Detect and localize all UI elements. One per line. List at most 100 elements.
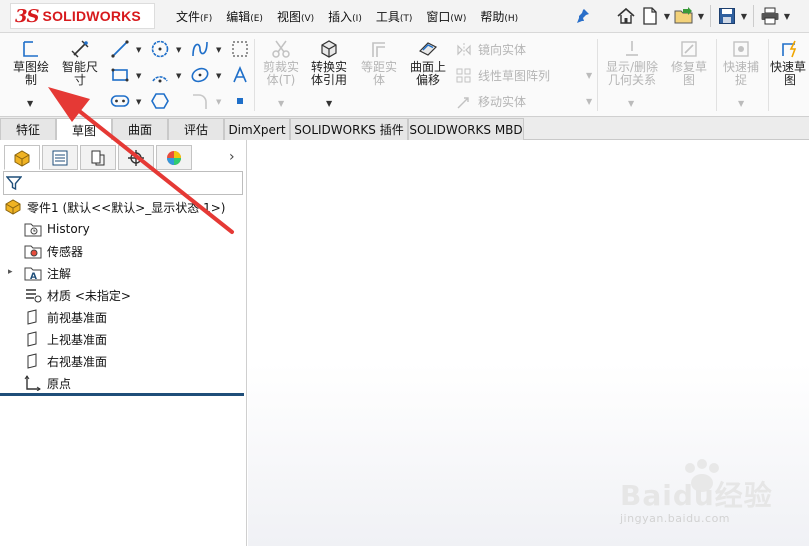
display-manager-tab[interactable] bbox=[156, 145, 192, 170]
move-dropdown-icon[interactable]: ▼ bbox=[586, 97, 592, 106]
rapid-snaps-dropdown-icon[interactable]: ▼ bbox=[738, 99, 744, 108]
dimxpert-manager-tab[interactable] bbox=[118, 145, 154, 170]
menu-view[interactable]: 视图(V) bbox=[277, 8, 314, 25]
configuration-manager-tab[interactable] bbox=[80, 145, 116, 170]
repair-sketch-icon bbox=[681, 41, 697, 57]
tab-dimxpert[interactable]: DimXpert bbox=[224, 118, 290, 140]
tree-item-annotations[interactable]: A 注解 bbox=[24, 263, 71, 283]
arc-dropdown-icon[interactable]: ▼ bbox=[176, 72, 181, 80]
print-dropdown-icon[interactable]: ▼ bbox=[782, 12, 792, 21]
watermark-url: jingyan.baidu.com bbox=[620, 512, 731, 525]
rectangle-dropdown-icon[interactable]: ▼ bbox=[136, 72, 141, 80]
menu-file[interactable]: 文件(F) bbox=[176, 8, 212, 25]
feature-manager-tab[interactable] bbox=[4, 145, 40, 170]
offset-surface-label-2: 偏移 bbox=[415, 73, 440, 87]
relations-label-2: 几何关系 bbox=[607, 73, 656, 87]
rapid-snaps-label-2: 捉 bbox=[734, 73, 747, 87]
toolbar-separator bbox=[753, 5, 754, 27]
smart-dimension-button[interactable]: 智能尺 寸 bbox=[56, 39, 104, 87]
watermark-brand: Baidu经验 bbox=[620, 479, 773, 512]
linear-pattern-dropdown-icon[interactable]: ▼ bbox=[586, 71, 592, 80]
tab-evaluate[interactable]: 评估 bbox=[168, 118, 224, 140]
linear-pattern-button[interactable]: 线性草图阵列 bbox=[456, 67, 550, 84]
trim-entities-button[interactable]: 剪裁实 体(T) bbox=[256, 39, 306, 87]
offset-entities-button[interactable]: 等距实 体 bbox=[354, 39, 404, 87]
rectangle-tool-icon[interactable] bbox=[110, 65, 130, 85]
print-icon[interactable] bbox=[758, 4, 782, 28]
rapid-sketch-button[interactable]: 快速草 图 bbox=[770, 39, 809, 87]
tab-solidworks-mbd[interactable]: SOLIDWORKS MBD bbox=[408, 118, 524, 140]
slot-tool-icon[interactable] bbox=[110, 91, 130, 111]
convert-dropdown-icon[interactable]: ▼ bbox=[326, 99, 332, 108]
tree-item-front-plane[interactable]: 前视基准面 bbox=[24, 307, 107, 327]
menu-edit[interactable]: 编辑(E) bbox=[226, 8, 263, 25]
tab-solidworks-addins[interactable]: SOLIDWORKS 插件 bbox=[290, 118, 408, 140]
sensor-folder-icon bbox=[24, 245, 42, 259]
sketch-button[interactable]: 草图绘 制 bbox=[6, 39, 56, 87]
text-tool-icon[interactable] bbox=[230, 65, 250, 85]
new-document-icon[interactable] bbox=[638, 4, 662, 28]
ribbon-separator bbox=[768, 39, 769, 111]
open-dropdown-icon[interactable]: ▼ bbox=[696, 12, 706, 21]
smart-dimension-label-2: 寸 bbox=[73, 73, 86, 87]
move-entities-button[interactable]: 移动实体 bbox=[456, 93, 526, 110]
ellipse-tool-icon[interactable] bbox=[190, 65, 210, 85]
polygon-tool-icon[interactable] bbox=[150, 91, 170, 111]
arc-tool-icon[interactable] bbox=[150, 65, 170, 85]
line-dropdown-icon[interactable]: ▼ bbox=[136, 46, 141, 54]
menu-window[interactable]: 窗口(W) bbox=[426, 8, 466, 25]
chevron-right-icon[interactable]: › bbox=[229, 149, 235, 165]
trim-dropdown-icon[interactable]: ▼ bbox=[278, 99, 284, 108]
panel-tabs: › bbox=[0, 143, 247, 170]
tab-sketch[interactable]: 草图 bbox=[56, 118, 112, 141]
spline-tool-icon[interactable] bbox=[190, 39, 210, 59]
repair-sketch-button[interactable]: 修复草 图 bbox=[666, 39, 712, 87]
ellipse-dropdown-icon[interactable]: ▼ bbox=[216, 72, 221, 80]
filter-input[interactable] bbox=[3, 171, 243, 195]
tree-item-history[interactable]: History bbox=[24, 219, 90, 239]
convert-entities-button[interactable]: 转换实 体引用 bbox=[304, 39, 354, 87]
menu-help[interactable]: 帮助(H) bbox=[480, 8, 518, 25]
sketch-dropdown-icon[interactable]: ▼ bbox=[27, 99, 33, 108]
crosshair-icon bbox=[128, 149, 144, 166]
spline-dropdown-icon[interactable]: ▼ bbox=[216, 46, 221, 54]
slot-dropdown-icon[interactable]: ▼ bbox=[136, 98, 141, 106]
pin-icon[interactable] bbox=[576, 8, 590, 24]
save-icon[interactable] bbox=[715, 4, 739, 28]
new-dropdown-icon[interactable]: ▼ bbox=[662, 12, 672, 21]
rapid-snaps-button[interactable]: 快速捕 捉 bbox=[718, 39, 764, 87]
tree-item-top-plane[interactable]: 上视基准面 bbox=[24, 329, 107, 349]
circle-tool-icon[interactable] bbox=[150, 39, 170, 59]
mirror-entities-button[interactable]: 镜向实体 bbox=[456, 41, 526, 58]
ds-logo-mark: 3S bbox=[15, 5, 40, 27]
tree-item-material[interactable]: 材质 <未指定> bbox=[24, 285, 131, 305]
relations-dropdown-icon[interactable]: ▼ bbox=[628, 99, 634, 108]
solidworks-logo[interactable]: 3S SOLIDWORKS bbox=[10, 3, 155, 29]
circle-dropdown-icon[interactable]: ▼ bbox=[176, 46, 181, 54]
fillet-dropdown-icon[interactable]: ▼ bbox=[216, 98, 221, 106]
rapid-sketch-label-2: 图 bbox=[784, 73, 797, 87]
menu-tools[interactable]: 工具(T) bbox=[376, 8, 413, 25]
construction-geometry-icon[interactable] bbox=[230, 39, 250, 59]
tree-item-origin[interactable]: 原点 bbox=[24, 373, 71, 393]
tree-item-right-plane[interactable]: 右视基准面 bbox=[24, 351, 107, 371]
property-manager-tab[interactable] bbox=[42, 145, 78, 170]
part-icon bbox=[5, 199, 21, 215]
menu-insert[interactable]: 插入(I) bbox=[328, 8, 362, 25]
tab-features[interactable]: 特征 bbox=[0, 118, 56, 140]
save-dropdown-icon[interactable]: ▼ bbox=[739, 12, 749, 21]
smart-dimension-dropdown-icon[interactable]: ▼ bbox=[77, 99, 83, 108]
tab-surfaces[interactable]: 曲面 bbox=[112, 118, 168, 140]
rollback-bar[interactable] bbox=[0, 393, 244, 396]
fillet-tool-icon[interactable] bbox=[190, 91, 210, 111]
line-tool-icon[interactable] bbox=[110, 39, 130, 59]
open-folder-icon[interactable] bbox=[672, 4, 696, 28]
tab-addins-label: SOLIDWORKS 插件 bbox=[294, 123, 404, 137]
tree-item-part[interactable]: 零件1 (默认<<默认>_显示状态 1>) bbox=[4, 197, 225, 217]
expand-arrow-icon[interactable]: ▸ bbox=[8, 267, 13, 277]
display-delete-relations-button[interactable]: 显示/删除 几何关系 bbox=[600, 39, 664, 87]
tree-item-sensors[interactable]: 传感器 bbox=[24, 241, 83, 261]
point-tool-icon[interactable] bbox=[230, 91, 250, 111]
offset-on-surface-button[interactable]: 曲面上 偏移 bbox=[404, 39, 452, 87]
home-icon[interactable] bbox=[614, 4, 638, 28]
